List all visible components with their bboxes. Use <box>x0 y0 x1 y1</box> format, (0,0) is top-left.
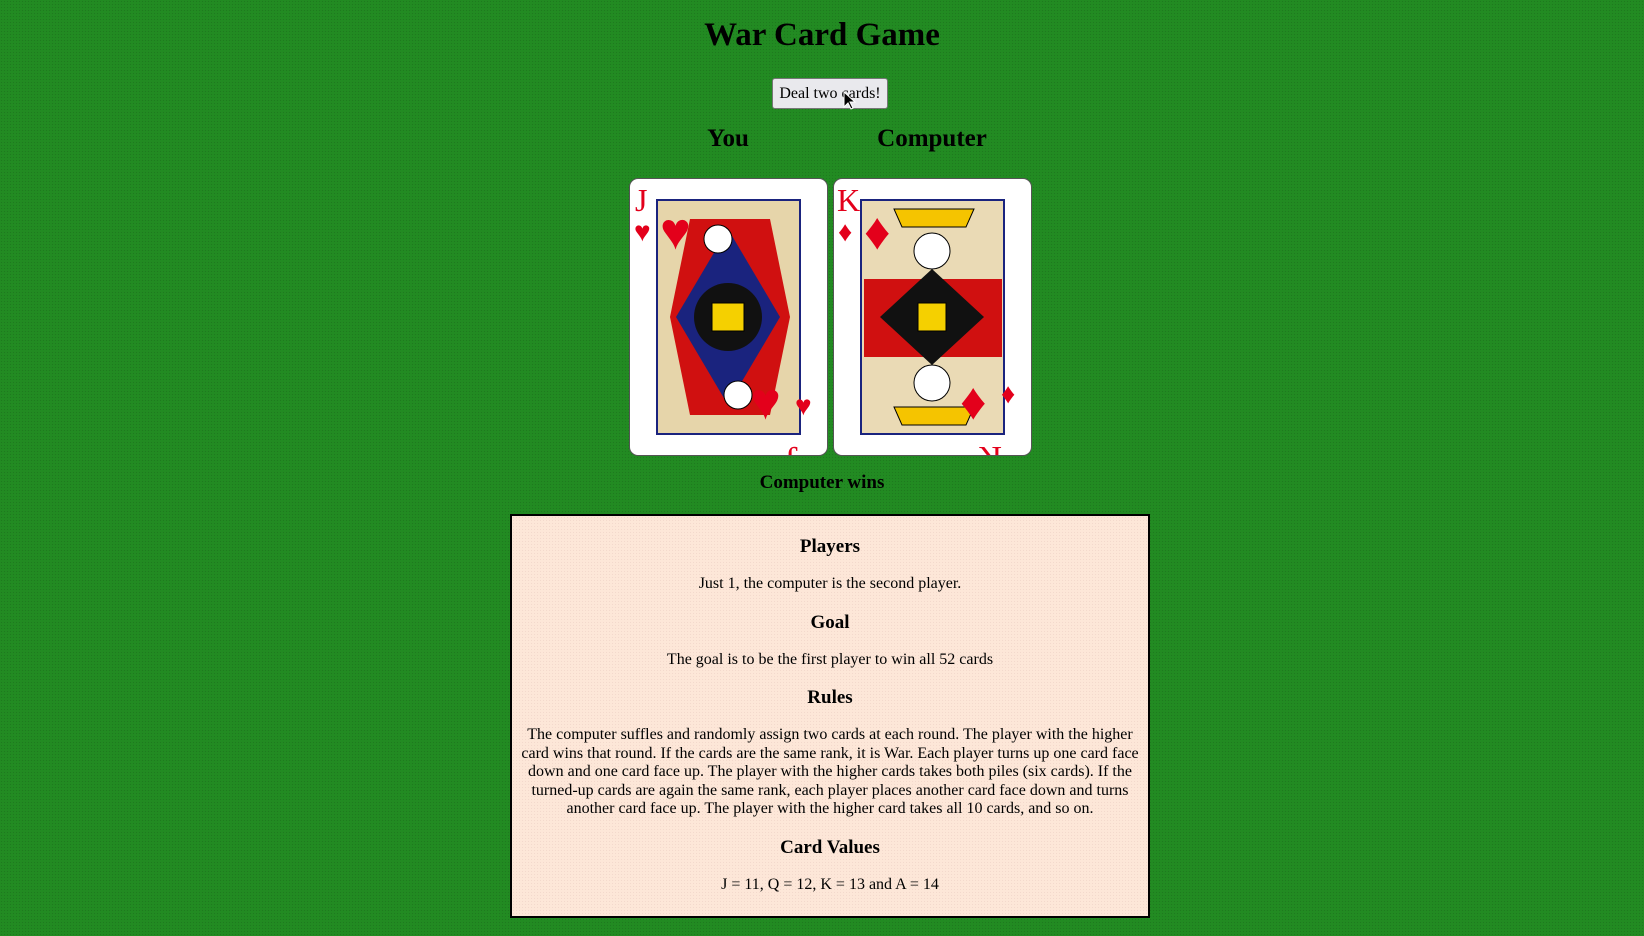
player-card-jack-of-hearts: J ♥ ♥ ♥ ♥ J <box>629 178 828 456</box>
players-heading: Players <box>799 536 861 557</box>
rules-text: The computer suffles and randomly assign… <box>521 726 1139 817</box>
svg-text:♥: ♥ <box>660 204 691 261</box>
svg-text:♦: ♦ <box>1001 379 1015 410</box>
round-result: Computer wins <box>759 472 885 493</box>
rules-panel: Players Just 1, the computer is the seco… <box>510 514 1150 918</box>
deal-button[interactable]: Deal two cards! <box>772 78 888 109</box>
card-rank-bottom: J <box>786 440 798 455</box>
svg-text:♥: ♥ <box>795 391 812 422</box>
player-label-you: You <box>707 125 749 152</box>
players-text: Just 1, the computer is the second playe… <box>698 575 962 592</box>
card-values-heading: Card Values <box>780 836 880 858</box>
computer-card-king-of-diamonds: K ♦ ♦ ♦ ♦ K <box>833 178 1032 456</box>
page-title: War Card Game <box>704 17 940 53</box>
card-rank: J <box>635 182 647 218</box>
card-rank: K <box>837 182 860 218</box>
mouse-cursor-icon <box>843 91 857 110</box>
card-values-text: J = 11, Q = 12, K = 13 and A = 14 <box>721 875 939 893</box>
suit-icon: ♦ <box>838 217 852 248</box>
rules-heading: Rules <box>807 687 853 708</box>
card-rank-bottom: K <box>979 440 1002 455</box>
svg-text:♦: ♦ <box>864 204 891 261</box>
goal-text: The goal is to be the first player to wi… <box>666 650 994 668</box>
svg-text:♥: ♥ <box>750 374 781 431</box>
svg-text:♦: ♦ <box>960 374 987 431</box>
suit-icon: ♥ <box>634 217 651 248</box>
goal-heading: Goal <box>810 611 850 633</box>
player-label-computer: Computer <box>877 125 987 152</box>
